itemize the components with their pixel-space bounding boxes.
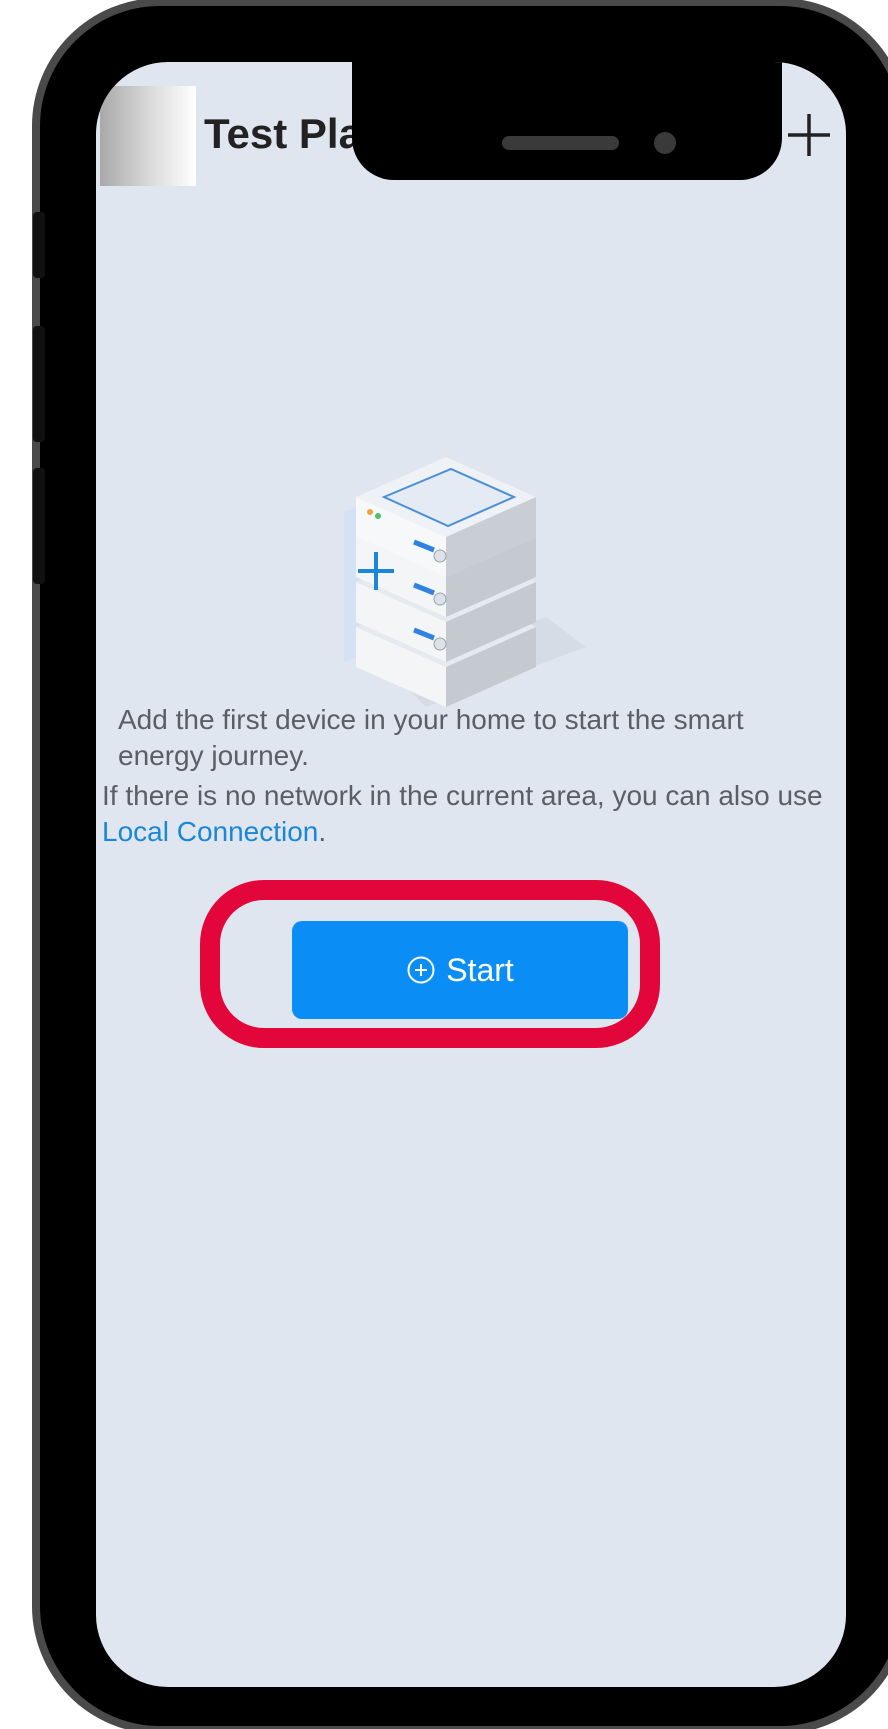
device-stack-illustration (344, 457, 586, 707)
volume-down-button (33, 468, 45, 584)
plus-icon[interactable] (786, 112, 832, 158)
local-connection-hint: If there is no network in the current ar… (102, 778, 842, 850)
local-connection-link[interactable]: Local Connection (102, 816, 318, 847)
avatar[interactable] (100, 86, 196, 186)
hint-period: . (318, 816, 327, 847)
hint-text: If there is no network in the current ar… (102, 780, 823, 811)
front-camera (654, 132, 676, 154)
notch (352, 62, 782, 180)
empty-state-description: Add the first device in your home to sta… (118, 704, 744, 771)
speaker-grille (502, 136, 619, 150)
volume-up-button (33, 326, 45, 442)
app-screen: Test Plant Add the first device in your … (96, 62, 846, 1687)
start-button[interactable]: Start (292, 921, 628, 1019)
start-label: Start (446, 951, 514, 988)
mute-switch (33, 212, 45, 278)
plus-circle-icon (407, 956, 435, 984)
